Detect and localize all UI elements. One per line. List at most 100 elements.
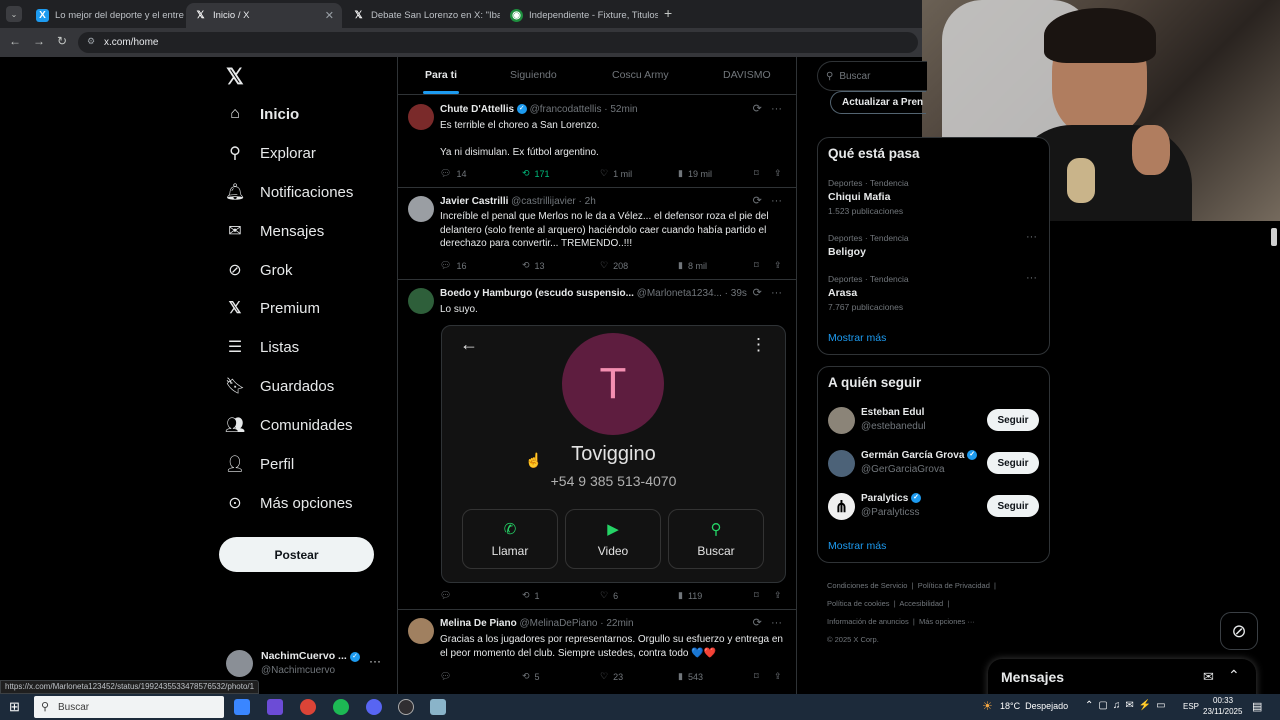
sidebar-item-explorar[interactable]: ⚲ Explorar <box>226 144 316 163</box>
clock-time[interactable]: 00:33 <box>1213 696 1233 705</box>
upgrade-premium-button[interactable]: Actualizar a Pren <box>830 91 926 114</box>
tweet[interactable]: Melina De Piano @MelinaDePiano · 22min ⟳… <box>398 610 796 700</box>
browser-tab[interactable]: 𝕏 Debate San Lorenzo en X: "Iba ✕ <box>344 3 500 28</box>
like-button[interactable]: ♡ 6 <box>600 590 678 601</box>
new-message-icon[interactable]: ✉ <box>1203 669 1214 685</box>
views-button[interactable]: ▮ 119 <box>678 590 754 601</box>
tweet[interactable]: Chute D'Attellis ✓ @francodattellis · 52… <box>398 96 796 188</box>
browser-tab[interactable]: X Lo mejor del deporte y el entre ✕ <box>28 3 184 28</box>
like-button[interactable]: ♡ 1 mil <box>600 168 678 179</box>
sidebar-item-notificaciones[interactable]: 🔔︎ Notificaciones <box>225 183 354 202</box>
reply-button[interactable]: 💬︎ 16 <box>440 260 522 271</box>
share-icon[interactable]: ⇪ <box>774 590 782 601</box>
back-icon[interactable]: ← <box>9 34 21 48</box>
more-icon[interactable]: ⟳ ··· <box>753 194 782 207</box>
x-logo-icon[interactable]: 𝕏 <box>226 64 244 90</box>
clock-date[interactable]: 23/11/2025 <box>1203 707 1242 716</box>
share-icon[interactable]: ⇪ <box>774 168 782 179</box>
tweet[interactable]: Boedo y Hamburgo (escudo suspensio... @M… <box>398 280 796 610</box>
obs-icon[interactable] <box>398 699 414 715</box>
tab-davismo[interactable]: DAVISMO <box>723 69 771 81</box>
taskbar-search-input[interactable]: ⚲ Buscar <box>34 696 224 718</box>
browser-tab-active[interactable]: 𝕏 Inicio / X ✕ <box>186 3 342 28</box>
new-tab-button[interactable]: + <box>664 5 672 21</box>
discord-icon[interactable] <box>366 699 382 715</box>
follow-suggestion[interactable]: Esteban Edul @estebanedul Seguir <box>828 405 1041 439</box>
follow-suggestion[interactable]: ⋔ Paralytics ✓ @Paralyticss Seguir <box>828 491 1041 525</box>
like-button[interactable]: ♡ 208 <box>600 260 678 271</box>
show-more-link[interactable]: Mostrar más <box>828 540 886 552</box>
reply-button[interactable]: 💬︎ <box>440 671 522 682</box>
url-field[interactable]: ⚙ x.com/home <box>78 32 918 53</box>
weather-text[interactable]: 18°C Despejado <box>1000 701 1068 711</box>
footer-link[interactable]: Más opciones ··· <box>919 617 975 626</box>
trend-item[interactable]: Deportes · Tendencia Beligoy ··· <box>828 231 1041 258</box>
more-icon[interactable]: ··· <box>1026 231 1037 243</box>
grok-icon[interactable]: ⊘ <box>1220 612 1258 650</box>
account-switcher[interactable]: NachimCuervo ... ✓ @Nachimcuervo ··· <box>226 648 386 680</box>
footer-link[interactable]: Condiciones de Servicio <box>827 581 907 590</box>
spotify-icon[interactable] <box>333 699 349 715</box>
more-icon[interactable]: ⟳ ··· <box>753 286 782 299</box>
more-icon[interactable]: ··· <box>369 654 381 668</box>
show-more-link[interactable]: Mostrar más <box>828 332 886 344</box>
like-button[interactable]: ♡ 23 <box>600 671 678 682</box>
search-input[interactable]: ⚲ Buscar <box>817 61 927 91</box>
sidebar-item-listas[interactable]: ☰ Listas <box>226 338 299 357</box>
footer-link[interactable]: Política de cookies <box>827 599 890 608</box>
chevron-up-icon[interactable]: ⌃ <box>1228 667 1240 684</box>
scrollbar[interactable] <box>1271 228 1277 246</box>
sidebar-item-grok[interactable]: ⊘ Grok <box>226 261 292 280</box>
browser-tab[interactable]: ◉ Independiente - Fixture, Titulos ✕ <box>502 3 658 28</box>
sidebar-item-comunidades[interactable]: 👥︎ Comunidades <box>225 416 353 435</box>
forward-icon[interactable]: → <box>33 34 45 48</box>
reply-button[interactable]: 💬︎ 14 <box>440 168 522 179</box>
views-button[interactable]: ▮ 543 <box>678 671 754 682</box>
close-icon[interactable]: ✕ <box>325 9 334 22</box>
follow-button[interactable]: Seguir <box>987 452 1039 474</box>
retweet-button[interactable]: ⟲ 1 <box>522 590 600 601</box>
tweet[interactable]: Javier Castrilli @castrillijavier · 2h ⟳… <box>398 188 796 280</box>
tab-siguiendo[interactable]: Siguiendo <box>510 69 557 81</box>
sidebar-item-perfil[interactable]: 👤︎ Perfil <box>225 455 294 474</box>
chrome-icon[interactable] <box>300 699 316 715</box>
more-icon[interactable]: ⟳ ··· <box>753 616 782 629</box>
sidebar-item-mensajes[interactable]: ✉ Mensajes <box>226 222 324 241</box>
windows-start-icon[interactable]: ⊞ <box>9 699 20 715</box>
follow-suggestion[interactable]: Germán García Grova ✓ @GerGarciaGrova Se… <box>828 448 1041 482</box>
bookmark-icon[interactable]: ⌑ <box>754 671 774 682</box>
sidebar-item-inicio[interactable]: ⌂ Inicio <box>226 105 299 123</box>
site-info-icon[interactable]: ⚙ <box>87 36 95 47</box>
app-icon[interactable] <box>430 699 446 715</box>
bookmark-icon[interactable]: ⌑ <box>754 168 774 179</box>
bookmark-icon[interactable]: ⌑ <box>754 260 774 271</box>
sidebar-item-mas-opciones[interactable]: ⊙ Más opciones <box>226 494 352 513</box>
retweet-button[interactable]: ⟲ 171 <box>522 168 600 179</box>
footer-link[interactable]: Accesibilidad <box>899 599 943 608</box>
trend-item[interactable]: Deportes · Tendencia Arasa 7.767 publica… <box>828 272 1041 312</box>
more-icon[interactable]: ··· <box>1026 272 1037 284</box>
tab-coscu-army[interactable]: Coscu Army <box>612 69 669 81</box>
follow-button[interactable]: Seguir <box>987 495 1039 517</box>
tray-icons[interactable]: ⌃▢♫✉⚡▭ <box>1085 700 1171 711</box>
more-icon[interactable]: ⟳ ··· <box>753 102 782 115</box>
follow-button[interactable]: Seguir <box>987 409 1039 431</box>
footer-link[interactable]: Política de Privacidad <box>918 581 990 590</box>
views-button[interactable]: ▮ 19 mil <box>678 168 754 179</box>
tab-para-ti[interactable]: Para ti <box>425 69 457 81</box>
share-icon[interactable]: ⇪ <box>774 260 782 271</box>
language-indicator[interactable]: ESP <box>1183 702 1199 711</box>
tab-search-button[interactable]: ⌄ <box>6 6 22 22</box>
bookmark-icon[interactable]: ⌑ <box>754 590 774 601</box>
reload-icon[interactable]: ↻ <box>57 34 67 48</box>
sidebar-item-premium[interactable]: 𝕏 Premium <box>226 299 320 318</box>
share-icon[interactable]: ⇪ <box>774 671 782 682</box>
tweet-photo[interactable]: ← ⋮ T Toviggino +54 9 385 513-4070 ✆ Lla… <box>441 325 786 583</box>
notifications-icon[interactable]: ▤ <box>1252 700 1262 713</box>
trend-item[interactable]: Deportes · Tendencia Chiqui Mafia 1.523 … <box>828 178 1041 216</box>
reply-button[interactable]: 💬︎ <box>440 590 522 601</box>
post-button[interactable]: Postear <box>219 537 374 572</box>
footer-link[interactable]: Información de anuncios <box>827 617 909 626</box>
widgets-icon[interactable] <box>234 699 250 715</box>
app-icon[interactable] <box>267 699 283 715</box>
